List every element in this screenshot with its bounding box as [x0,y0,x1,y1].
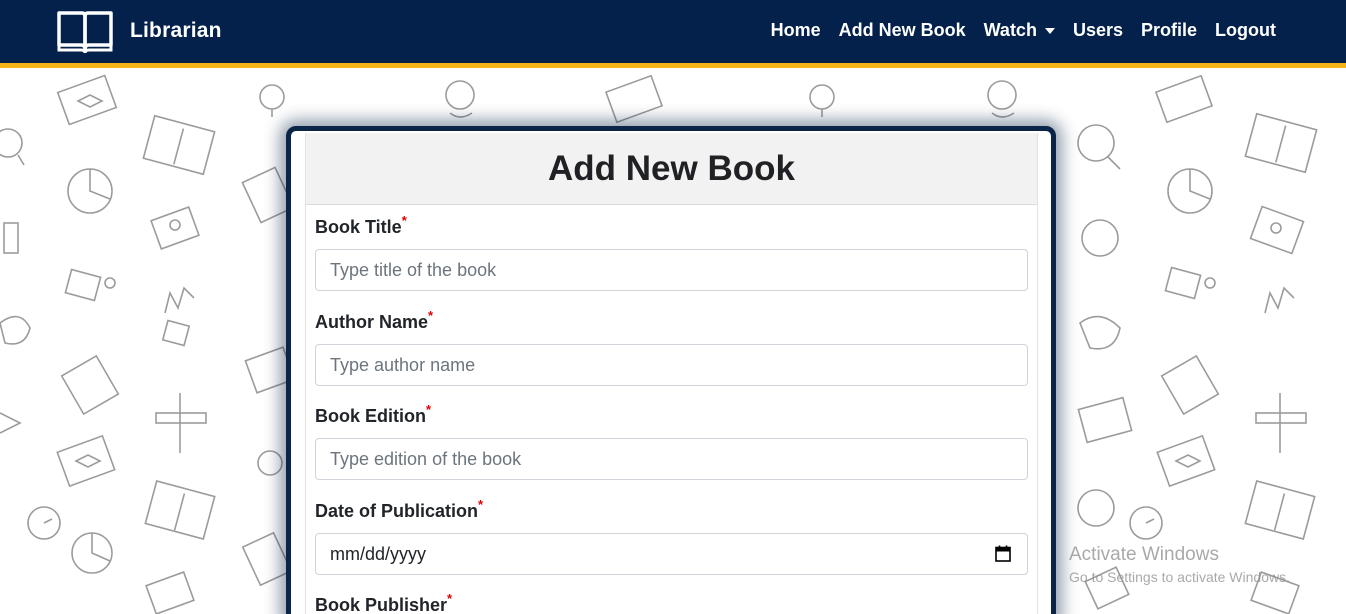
calendar-icon[interactable] [995,545,1011,562]
card-header: Add New Book [306,133,1037,205]
caret-down-icon [1044,27,1055,34]
top-navbar: Librarian Home Add New Book Watch Users … [0,0,1346,68]
required-mark: * [401,213,407,228]
required-mark: * [478,497,484,512]
required-mark: * [428,308,434,323]
open-book-icon [57,11,113,53]
nav-profile[interactable]: Profile [1141,20,1197,41]
add-book-card: Add New Book Book Title* Author Name* Bo… [286,126,1056,614]
publication-date-label: Date of Publication* [315,497,484,521]
nav-users[interactable]: Users [1073,20,1123,41]
required-mark: * [447,591,453,606]
book-title-group: Book Title* [315,213,1029,291]
nav-logout[interactable]: Logout [1215,20,1276,41]
nav-watch-dropdown[interactable]: Watch [984,20,1055,41]
add-book-form: Add New Book Book Title* Author Name* Bo… [305,133,1038,614]
nav-home[interactable]: Home [771,20,821,41]
author-name-input[interactable] [315,344,1028,386]
nav-add-new-book[interactable]: Add New Book [839,20,966,41]
watermark-title: Activate Windows [1069,544,1219,565]
book-title-input[interactable] [315,249,1028,291]
author-name-label: Author Name* [315,308,434,332]
book-publisher-group: Book Publisher* [315,591,1029,614]
book-publisher-label: Book Publisher* [315,591,453,614]
brand-name: Librarian [130,19,222,42]
page-title: Add New Book [548,148,795,188]
book-edition-label: Book Edition* [315,402,432,426]
book-edition-group: Book Edition* [315,402,1029,480]
book-edition-input[interactable] [315,438,1028,480]
book-title-label: Book Title* [315,213,407,237]
publication-date-group: Date of Publication* mm/dd/yyyy [315,497,1029,575]
nav-watch-label: Watch [983,20,1037,40]
publication-date-input[interactable]: mm/dd/yyyy [315,533,1028,575]
watermark-subtitle: Go to Settings to activate Windows. [1069,569,1290,585]
required-mark: * [426,402,432,417]
brand[interactable]: Librarian [56,9,222,53]
activate-windows-watermark: Activate Windows Go to Settings to activ… [1069,544,1290,585]
author-name-group: Author Name* [315,308,1029,386]
nav-links: Home Add New Book Watch Users Profile Lo… [753,20,1276,41]
date-value: mm/dd/yyyy [330,544,427,564]
